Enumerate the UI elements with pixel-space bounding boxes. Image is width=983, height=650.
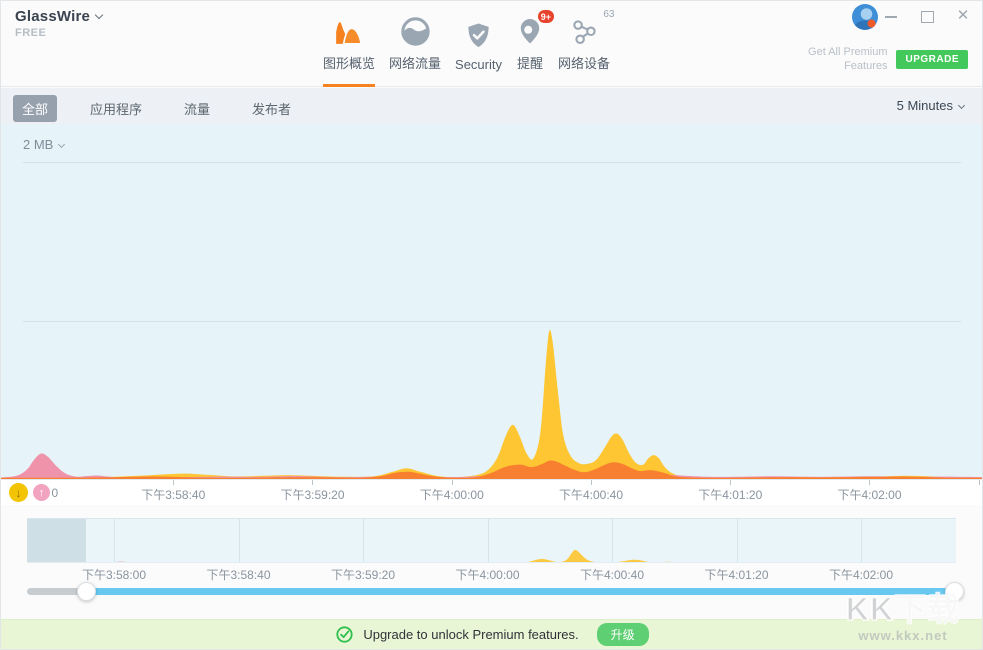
axis-label: 下午4:02:00 [837,486,901,503]
time-range-select[interactable]: 5 Minutes [897,98,964,113]
alerts-badge: 9+ [536,8,556,25]
chevron-down-icon [95,11,103,19]
axis-tick [312,480,313,485]
app-title-menu[interactable]: GlassWire [15,8,102,25]
filter-bar: 全部 应用程序 流量 发布者 5 Minutes [1,88,982,124]
minimap-axis-label: 下午4:02:00 [829,566,893,583]
axis-label: 下午4:00:00 [420,486,484,503]
minimap-axis-label: 下午3:58:00 [82,566,146,583]
minimap-gridline [239,519,240,563]
tab-things[interactable]: 63 网络设备 [558,1,610,87]
minimap-gridline [114,519,115,563]
minimap-gridline [737,519,738,563]
minimap-gridline [488,519,489,563]
app-edition-label: FREE [15,27,46,39]
filter-traffic[interactable]: 流量 [175,95,219,122]
time-slider [1,586,983,600]
tab-graph[interactable]: 图形概览 [323,1,375,87]
upload-arrow-icon[interactable]: ↑ [33,484,50,501]
filter-apps[interactable]: 应用程序 [81,95,151,122]
axis-label: 下午3:59:20 [280,486,344,503]
axis-label: 下午3:58:40 [141,486,205,503]
minimap-gridline [861,519,862,563]
axis-tick [591,480,592,485]
things-icon [570,17,599,46]
slider-handle-right[interactable] [945,582,964,601]
download-arrow-icon[interactable]: ↓ [9,483,28,502]
minimap-axis-label: 下午4:00:40 [580,566,644,583]
things-count: 63 [603,9,614,20]
minimap-gridline [612,519,613,563]
axis-tick [869,480,870,485]
check-circle-icon [336,626,353,643]
tab-alerts[interactable]: 9+ 提醒 [516,1,544,87]
premium-text: Get All Premium Features [808,45,887,73]
minimap-axis-label: 下午4:01:20 [704,566,768,583]
filter-publisher[interactable]: 发布者 [243,95,300,122]
premium-offer: Get All Premium Features UPGRADE [808,45,968,73]
axis-tick [979,480,980,485]
minimap-axis-label: 下午3:59:20 [331,566,395,583]
axis-label: 下午4:01:20 [698,486,762,503]
tab-security-label: Security [455,57,502,72]
tab-usage-label: 网络流量 [389,53,441,72]
chevron-down-icon [958,102,965,109]
axis-label: 下午4:00:40 [559,486,623,503]
minimap[interactable] [27,518,956,563]
window-controls: ✕ [884,9,970,23]
minimap-gridline [363,519,364,563]
chart-area: 2 MB [1,124,983,479]
minimap-axis: 下午3:58:00 下午3:58:40 下午3:59:20 下午4:00:00 下午4:… [1,564,983,582]
minimap-axis-label: 下午4:00:00 [455,566,519,583]
avatar-icon [852,4,878,30]
minimap-graph [27,519,956,563]
usage-icon [401,17,430,46]
minimap-out-of-range-shade [27,519,86,563]
axis-tick [173,480,174,485]
tab-graph-label: 图形概览 [323,53,375,72]
x-axis: ↓ ↑ 0 下午3:58:40 下午3:59:20 下午4:00:00 下午4:00:4… [1,479,983,505]
traffic-graph[interactable] [1,124,983,479]
graph-icon [334,16,364,46]
glasswire-window: GlassWire FREE 图形概览 网络流量 [0,0,983,650]
axis-tick [452,480,453,485]
minimap-axis-label: 下午3:58:40 [206,566,270,583]
slider-track-selected[interactable] [86,588,954,595]
axis-label: 0 [52,486,59,500]
nav-tabs: 图形概览 网络流量 Security [323,1,610,87]
axis-tick [730,480,731,485]
maximize-button[interactable] [920,9,934,23]
tab-alerts-label: 提醒 [517,53,543,72]
slider-handle-left[interactable] [77,582,96,601]
tab-security[interactable]: Security [455,1,502,87]
banner-message: Upgrade to unlock Premium features. [363,627,578,642]
filter-chips: 全部 应用程序 流量 发布者 [13,95,300,122]
security-icon [465,22,492,49]
tab-usage[interactable]: 网络流量 [389,1,441,87]
upgrade-banner: Upgrade to unlock Premium features. 升级 [1,619,983,649]
header: GlassWire FREE 图形概览 网络流量 [1,1,982,87]
upgrade-button[interactable]: UPGRADE [896,50,968,69]
y-scale-select[interactable]: 2 MB [23,137,64,152]
close-button[interactable]: ✕ [956,9,970,23]
app-title: GlassWire [15,8,90,25]
tab-things-label: 网络设备 [558,53,610,72]
chevron-down-icon [58,141,65,148]
banner-upgrade-button[interactable]: 升级 [597,623,649,646]
minimize-button[interactable] [884,9,898,23]
account-avatar[interactable] [852,4,878,30]
filter-all[interactable]: 全部 [13,95,57,122]
